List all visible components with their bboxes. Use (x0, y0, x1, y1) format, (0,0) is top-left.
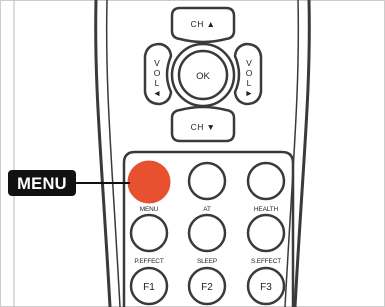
s-effect-label: S.EFFECT (251, 258, 281, 265)
sleep-label: SLEEP (197, 258, 217, 265)
at-button[interactable] (187, 161, 227, 201)
p-effect-button[interactable] (129, 213, 169, 253)
health-button[interactable] (246, 161, 286, 201)
p-effect-label: P.EFFECT (134, 258, 163, 265)
f2-label: F2 (201, 282, 213, 293)
vol-left-label-3: L (155, 78, 160, 88)
vol-left-label-2: O (154, 68, 161, 78)
ch-down-label: CH ▼ (191, 122, 216, 132)
menu-label: MENU (140, 206, 159, 213)
vol-left-label-4: ◄ (153, 88, 161, 98)
f3-label: F3 (260, 282, 272, 293)
ch-up-label: CH ▲ (191, 19, 216, 29)
menu-button[interactable] (127, 160, 171, 204)
dpad: CH ▲ CH ▼ OK V O L ◄ V O L ► (143, 6, 263, 143)
callout-label: MENU (17, 175, 67, 193)
health-label: HEALTH (254, 206, 279, 213)
vol-left-label-1: V (154, 58, 160, 68)
s-effect-button[interactable] (246, 213, 286, 253)
vol-right-label-4: ► (245, 88, 253, 98)
ok-label: OK (196, 71, 210, 82)
at-label: AT (203, 206, 211, 213)
vol-right-label-3: L (247, 78, 252, 88)
remote-diagram: CH ▲ CH ▼ OK V O L ◄ V O L ► MENU AT HEA… (0, 0, 385, 307)
sleep-button[interactable] (187, 213, 227, 253)
vol-right-label-1: V (246, 58, 252, 68)
vol-right-label-2: O (246, 68, 253, 78)
f1-label: F1 (143, 282, 155, 293)
